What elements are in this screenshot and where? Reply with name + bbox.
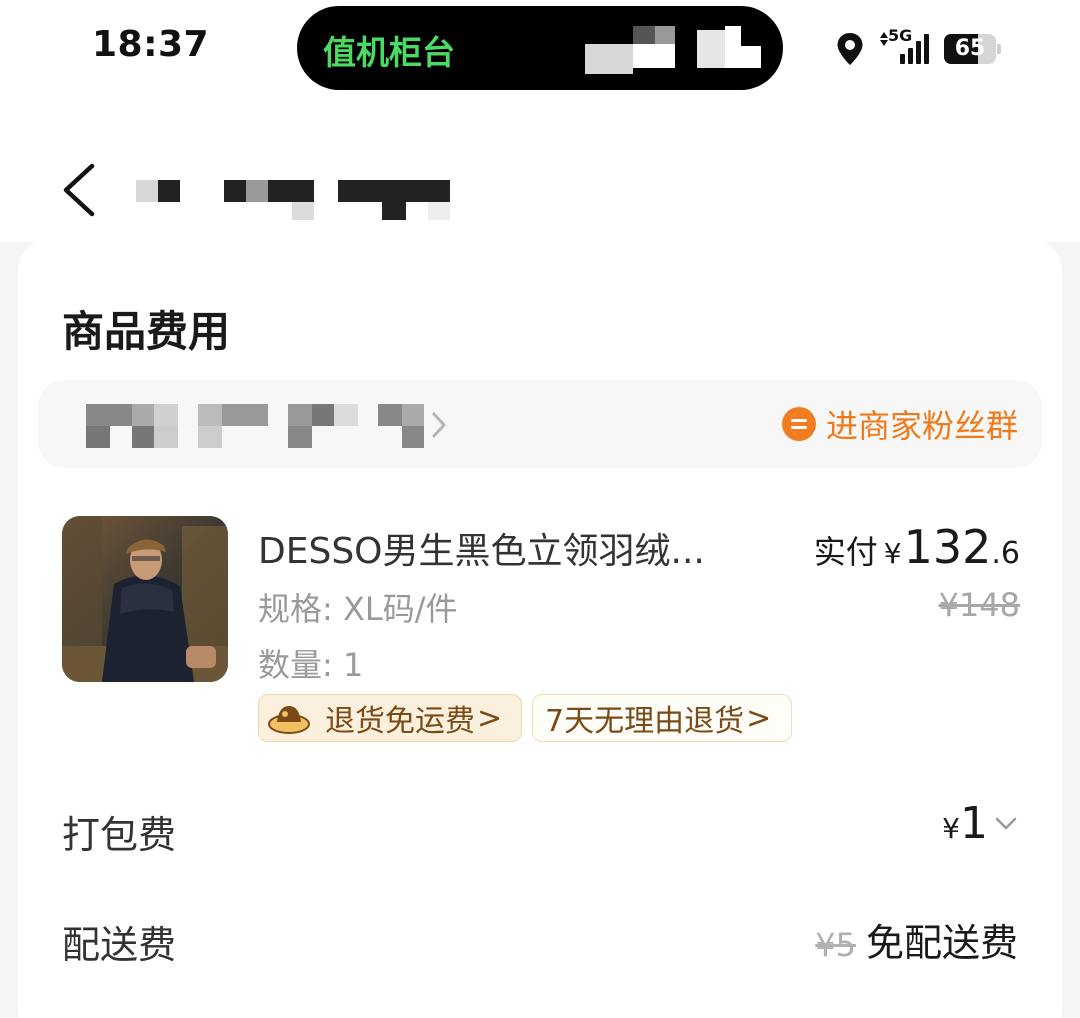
packing-currency-symbol: ¥ (942, 812, 960, 845)
chevron-right-icon (432, 412, 446, 438)
network-type-label: 5G (888, 26, 913, 45)
product-quantity: 数量: 1 (258, 646, 364, 684)
packing-fee-value[interactable]: ¥ 1 (942, 798, 1018, 849)
status-bar: 18:37 值机柜台 5G 65 (0, 0, 1080, 100)
navigation-bar (0, 100, 1080, 242)
delivery-free-label: 免配送费 (865, 921, 1018, 965)
free-return-shipping-tag[interactable]: 退货免运费 > (258, 694, 522, 742)
paid-price: 实付 ¥ 132 .6 (814, 520, 1020, 574)
packing-fee-label: 打包费 (62, 813, 177, 857)
delivery-original-fee: ¥5 (815, 926, 856, 964)
packing-fee-amount: 1 (960, 798, 988, 849)
delivery-fee-label: 配送费 (62, 923, 177, 967)
packing-fee-row[interactable]: 打包费 ¥ 1 (62, 798, 1018, 858)
seven-day-return-tag[interactable]: 7天无理由退货 > (532, 694, 792, 742)
paid-label: 实付 (813, 533, 878, 571)
delivery-fee-value: ¥5 免配送费 (815, 912, 1018, 967)
product-photo-illustration (62, 516, 228, 682)
status-time: 18:37 (92, 24, 210, 65)
battery-percentage: 65 (954, 36, 986, 61)
dynamic-island[interactable]: 值机柜台 (297, 6, 783, 90)
join-fan-group-button[interactable]: 进商家粉丝群 (781, 404, 1018, 445)
product-image[interactable] (62, 516, 228, 682)
original-price: ¥148 (938, 586, 1020, 624)
battery-icon: 65 (944, 34, 1002, 64)
section-title: 商品费用 (62, 307, 231, 356)
paid-currency-symbol: ¥ (883, 537, 902, 570)
product-name[interactable]: DESSO男生黑色立领羽绒... (258, 522, 778, 574)
delivery-hat-icon (268, 706, 310, 734)
chevron-down-icon[interactable] (994, 816, 1018, 832)
delivery-fee-row: 配送费 ¥5 免配送费 (62, 908, 1018, 968)
free-return-label: 退货免运费 (325, 704, 475, 739)
chevron-right-icon: > (477, 700, 503, 736)
store-row[interactable]: 进商家粉丝群 (38, 380, 1042, 468)
product-fees-card: 商品费用 进商家粉丝群 DESSO男生黑色立领羽绒... 规格: XL码/件 数… (18, 240, 1062, 1018)
paid-amount-decimal: .6 (991, 536, 1020, 571)
location-icon (837, 33, 863, 65)
chevron-right-icon: > (746, 700, 772, 736)
chat-bubble-icon (781, 407, 816, 441)
paid-amount-integer: 132 (903, 520, 992, 574)
fan-group-label: 进商家粉丝群 (825, 407, 1018, 445)
seven-day-return-label: 7天无理由退货 (545, 704, 745, 739)
back-chevron-icon[interactable] (58, 162, 102, 218)
product-spec: 规格: XL码/件 (258, 590, 458, 628)
island-activity-label: 值机柜台 (323, 33, 455, 72)
